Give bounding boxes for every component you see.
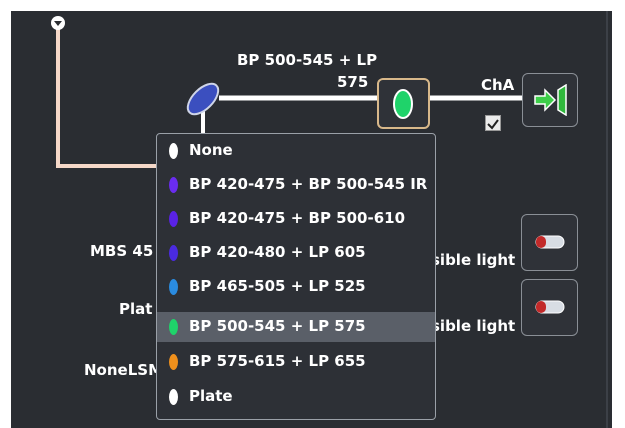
lamp-icon bbox=[535, 235, 565, 249]
filter-option-label: BP 420-475 + BP 500-610 bbox=[189, 209, 406, 227]
filter-option-label: BP 465-505 + LP 525 bbox=[189, 277, 366, 295]
detector-exit-button[interactable] bbox=[522, 73, 578, 127]
filter-option-label: BP 500-545 + LP 575 bbox=[189, 317, 366, 335]
filter-option-bp420-475-bp500-545-ir[interactable]: BP 420-475 + BP 500-545 IR bbox=[157, 170, 435, 200]
filter-color-icon bbox=[169, 319, 178, 335]
plate-label: Plat bbox=[119, 300, 153, 318]
filter-color-icon bbox=[169, 211, 178, 227]
filter-option-bp420-480-lp605[interactable]: BP 420-480 + LP 605 bbox=[157, 238, 435, 268]
panel-divider bbox=[606, 11, 608, 428]
filter-color-icon bbox=[169, 279, 178, 295]
filter-label-line1: BP 500-545 + LP bbox=[237, 51, 378, 69]
visible-light-label-1: sible light bbox=[431, 251, 516, 269]
visible-light-label-2: sible light bbox=[431, 317, 516, 335]
filter-option-bp420-475-bp500-610[interactable]: BP 420-475 + BP 500-610 bbox=[157, 204, 435, 234]
filter-option-bp500-545-lp575[interactable]: BP 500-545 + LP 575 bbox=[157, 312, 435, 342]
none-lsm-label: NoneLSM bbox=[84, 361, 163, 379]
detector-exit-icon bbox=[534, 84, 567, 116]
filter-option-label: Plate bbox=[189, 387, 233, 405]
emission-filter-button[interactable] bbox=[377, 78, 430, 129]
checkbox-icon bbox=[487, 119, 499, 130]
filter-option-plate[interactable]: Plate bbox=[157, 382, 435, 412]
lamp-button-2[interactable] bbox=[521, 279, 578, 336]
mbs-label: MBS 45 bbox=[90, 242, 154, 260]
filter-option-label: BP 420-480 + LP 605 bbox=[189, 243, 366, 261]
lamp-icon bbox=[535, 300, 565, 314]
filter-option-label: BP 575-615 + LP 655 bbox=[189, 352, 366, 370]
filter-option-label: None bbox=[189, 141, 233, 159]
filter-color-icon bbox=[169, 354, 178, 370]
filter-option-bp575-615-lp655[interactable]: BP 575-615 + LP 655 bbox=[157, 347, 435, 377]
light-path-panel: BP 500-545 + LP 575 ChA MBS 45 Plat None… bbox=[11, 11, 612, 428]
filter-label-line2: 575 bbox=[337, 73, 369, 91]
filter-icon bbox=[393, 89, 413, 119]
lamp-button-1[interactable] bbox=[521, 214, 578, 271]
channel-label: ChA bbox=[481, 76, 515, 94]
collapse-icon[interactable] bbox=[50, 15, 66, 31]
filter-option-bp465-505-lp525[interactable]: BP 465-505 + LP 525 bbox=[157, 272, 435, 302]
filter-color-icon bbox=[169, 245, 178, 261]
filter-option-none[interactable]: None bbox=[157, 136, 435, 166]
filter-color-icon bbox=[169, 389, 178, 405]
filter-dropdown-menu: None BP 420-475 + BP 500-545 IR BP 420-4… bbox=[156, 133, 436, 420]
mirror-icon[interactable] bbox=[183, 79, 223, 119]
filter-color-icon bbox=[169, 143, 178, 159]
filter-color-icon bbox=[169, 177, 178, 193]
channel-checkbox[interactable] bbox=[485, 115, 501, 131]
filter-option-label: BP 420-475 + BP 500-545 IR bbox=[189, 175, 428, 193]
